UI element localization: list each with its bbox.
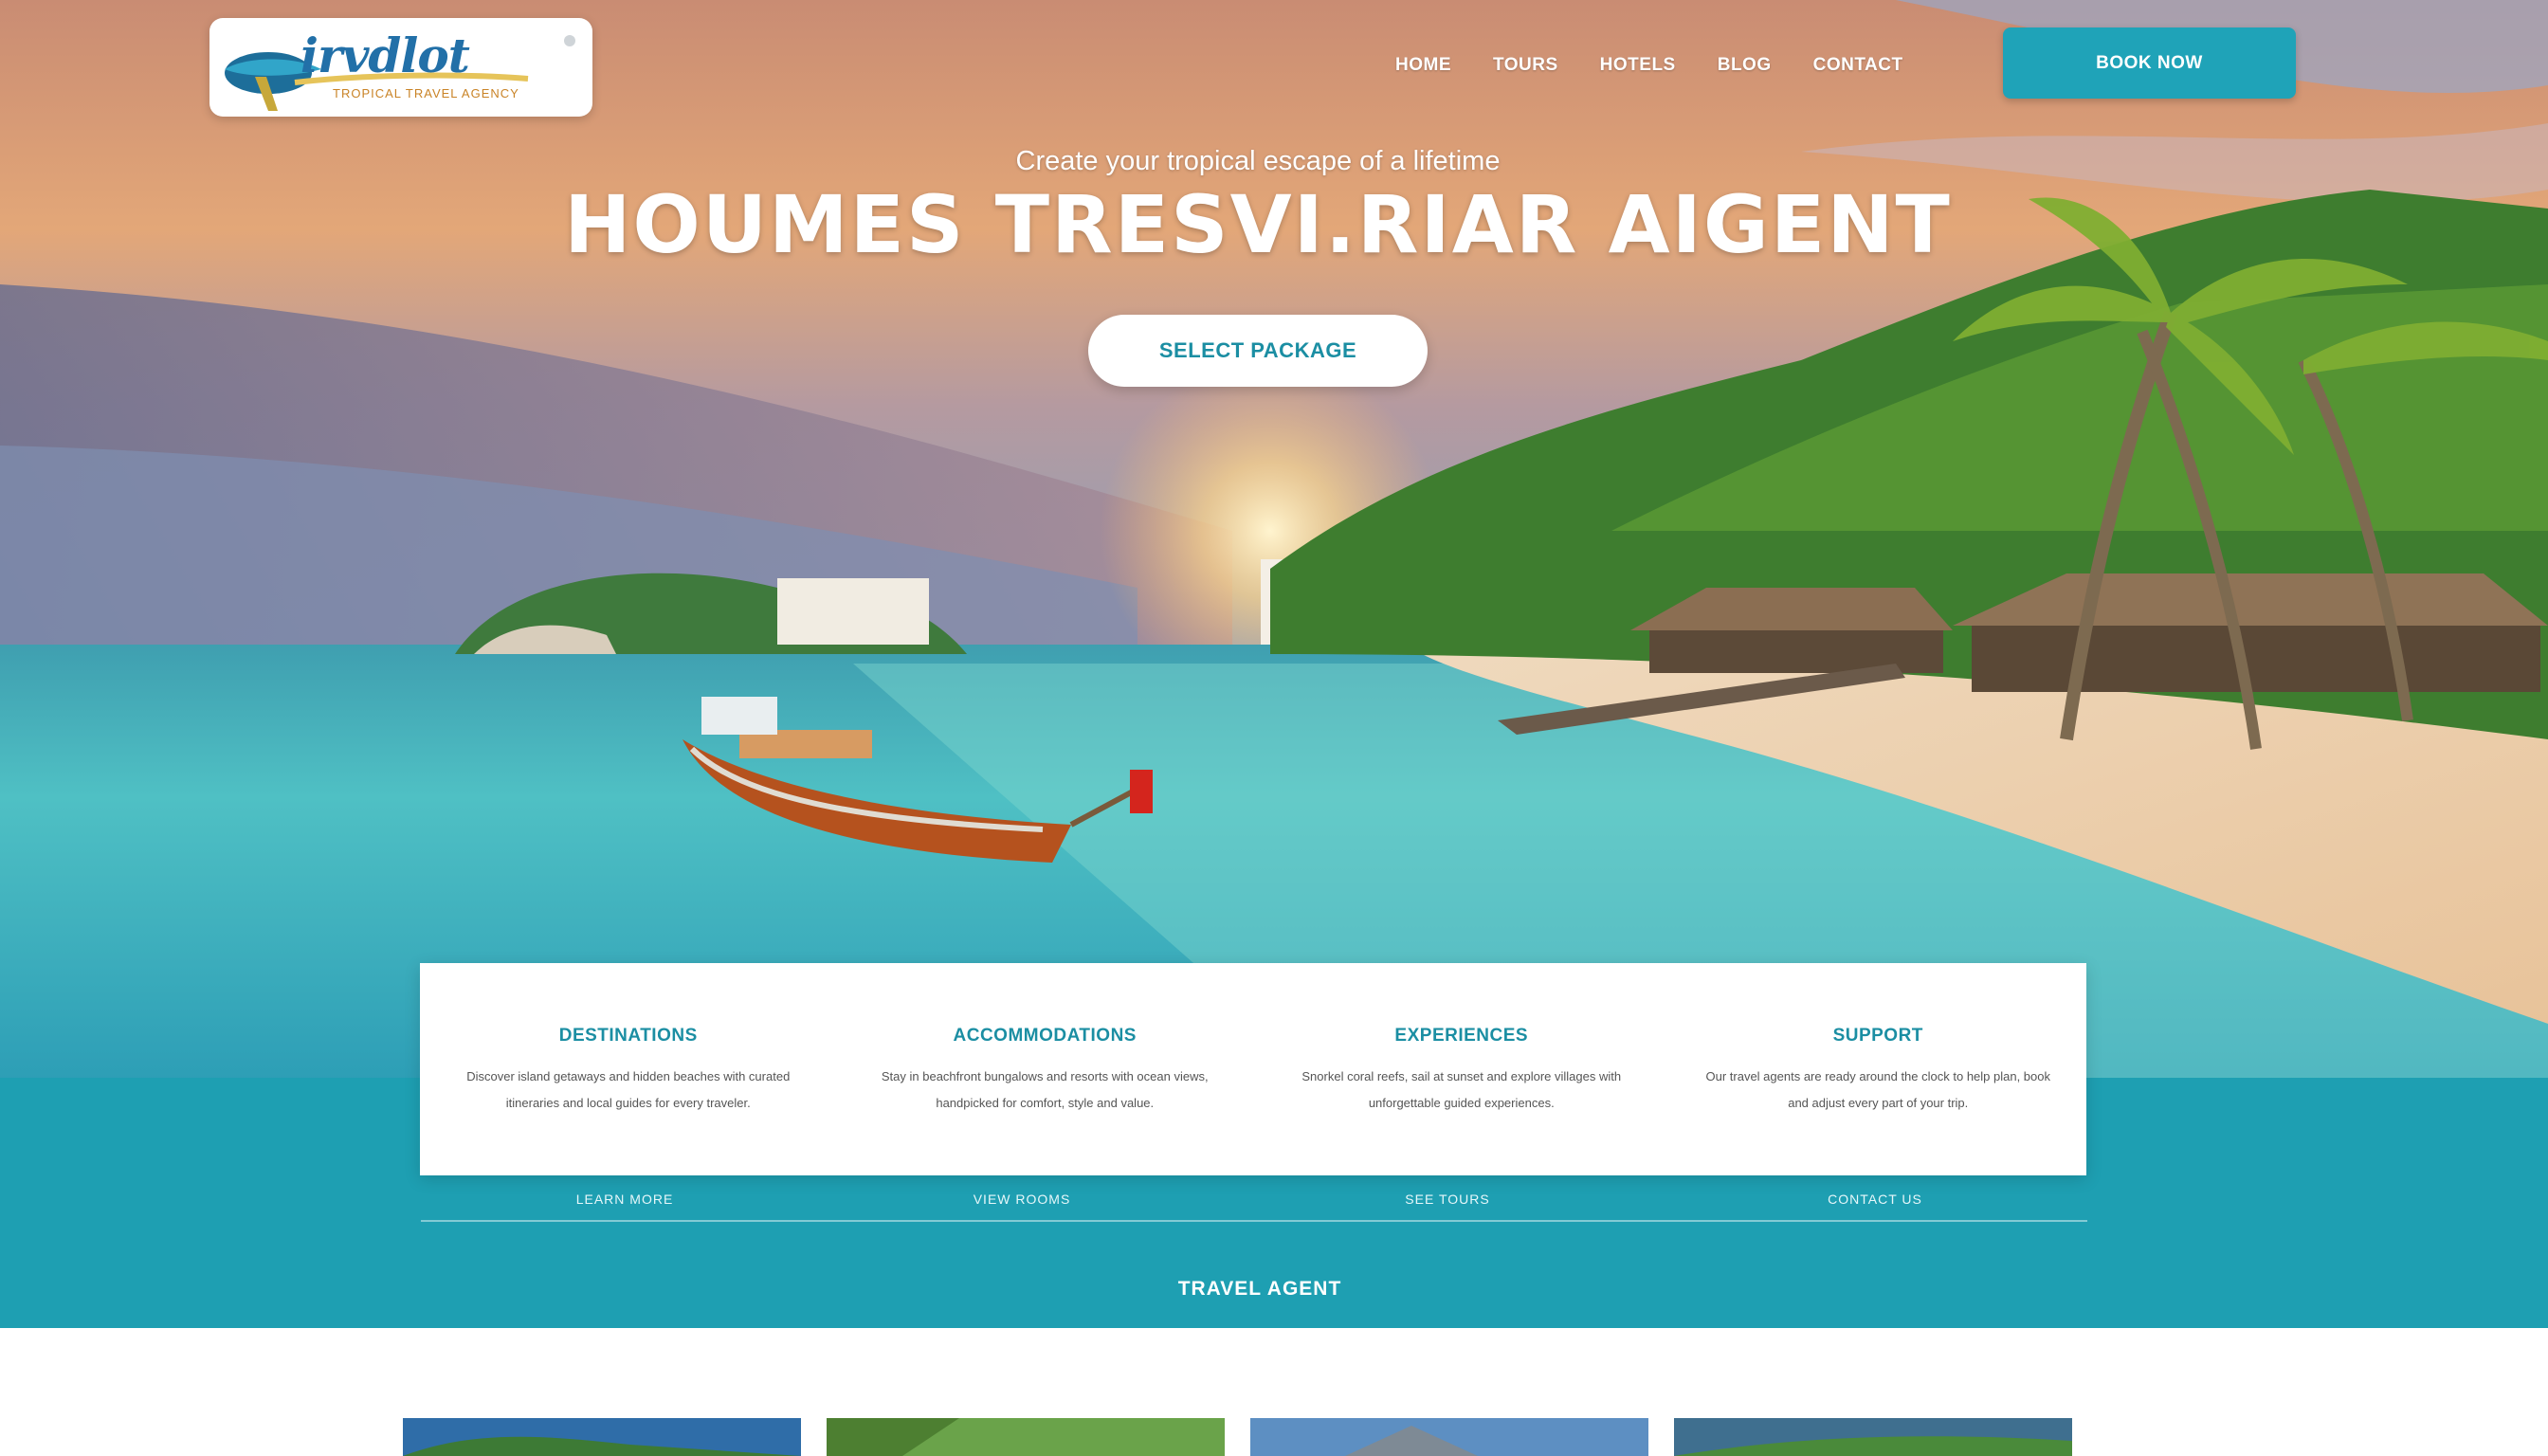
- feature-text: Snorkel coral reefs, sail at sunset and …: [1301, 1069, 1622, 1110]
- gallery-image[interactable]: [1674, 1418, 2098, 1456]
- brand-logo[interactable]: irvdlot tropical travel agency: [209, 18, 592, 117]
- feature-title: Support: [1832, 1026, 1923, 1046]
- band-divider: [421, 1220, 2087, 1222]
- feature-text: Discover island getaways and hidden beac…: [466, 1069, 791, 1110]
- feature-accommodations: Accommodations Stay in beachfront bungal…: [837, 963, 1254, 1175]
- nav-item-blog[interactable]: Blog: [1697, 51, 1793, 80]
- feature-support: Support Our travel agents are ready arou…: [1670, 963, 2087, 1175]
- feature-text: Our travel agents are ready around the c…: [1705, 1069, 2051, 1110]
- feature-title: Destinations: [558, 1026, 698, 1046]
- book-now-button[interactable]: Book Now: [2003, 27, 2296, 99]
- feature-link-experiences[interactable]: See tours: [1305, 1192, 1590, 1207]
- select-package-button[interactable]: Select Package: [1088, 315, 1428, 387]
- nav-item-hotels[interactable]: Hotels: [1579, 51, 1697, 80]
- feature-experiences: Experiences Snorkel coral reefs, sail at…: [1253, 963, 1670, 1175]
- feature-title: Experiences: [1394, 1026, 1529, 1046]
- feature-destinations: Destinations Discover island getaways an…: [420, 963, 837, 1175]
- nav-item-contact[interactable]: Contact: [1793, 51, 1924, 80]
- main-nav: Home Tours Hotels Blog Contact: [1374, 51, 1924, 80]
- logo-wordmark: irvdlot: [300, 27, 470, 83]
- travel-agent-link[interactable]: Travel Agent: [1084, 1278, 1435, 1301]
- hero-eyebrow: Create your tropical escape of a lifetim…: [1015, 146, 1501, 176]
- feature-text: Stay in beachfront bungalows and resorts…: [881, 1069, 1209, 1110]
- feature-link-destinations[interactable]: Learn more: [482, 1192, 767, 1207]
- nav-item-home[interactable]: Home: [1374, 51, 1472, 80]
- feature-link-support[interactable]: Contact us: [1733, 1192, 2017, 1207]
- hero-section: irvdlot tropical travel agency Home Tour…: [0, 0, 2548, 1081]
- destination-gallery: [403, 1418, 2098, 1456]
- logo-tagline: tropical travel agency: [333, 86, 519, 100]
- gallery-image[interactable]: [1250, 1418, 1674, 1456]
- feature-link-accommodations[interactable]: View rooms: [880, 1192, 1164, 1207]
- gallery-image[interactable]: [403, 1418, 827, 1456]
- hero-title: HOUMES TRESVI.RIAR AIGENT: [564, 178, 1952, 271]
- gallery-image[interactable]: [827, 1418, 1250, 1456]
- features-card: Destinations Discover island getaways an…: [420, 963, 2086, 1175]
- nav-item-tours[interactable]: Tours: [1472, 51, 1579, 80]
- feature-title: Accommodations: [953, 1026, 1137, 1046]
